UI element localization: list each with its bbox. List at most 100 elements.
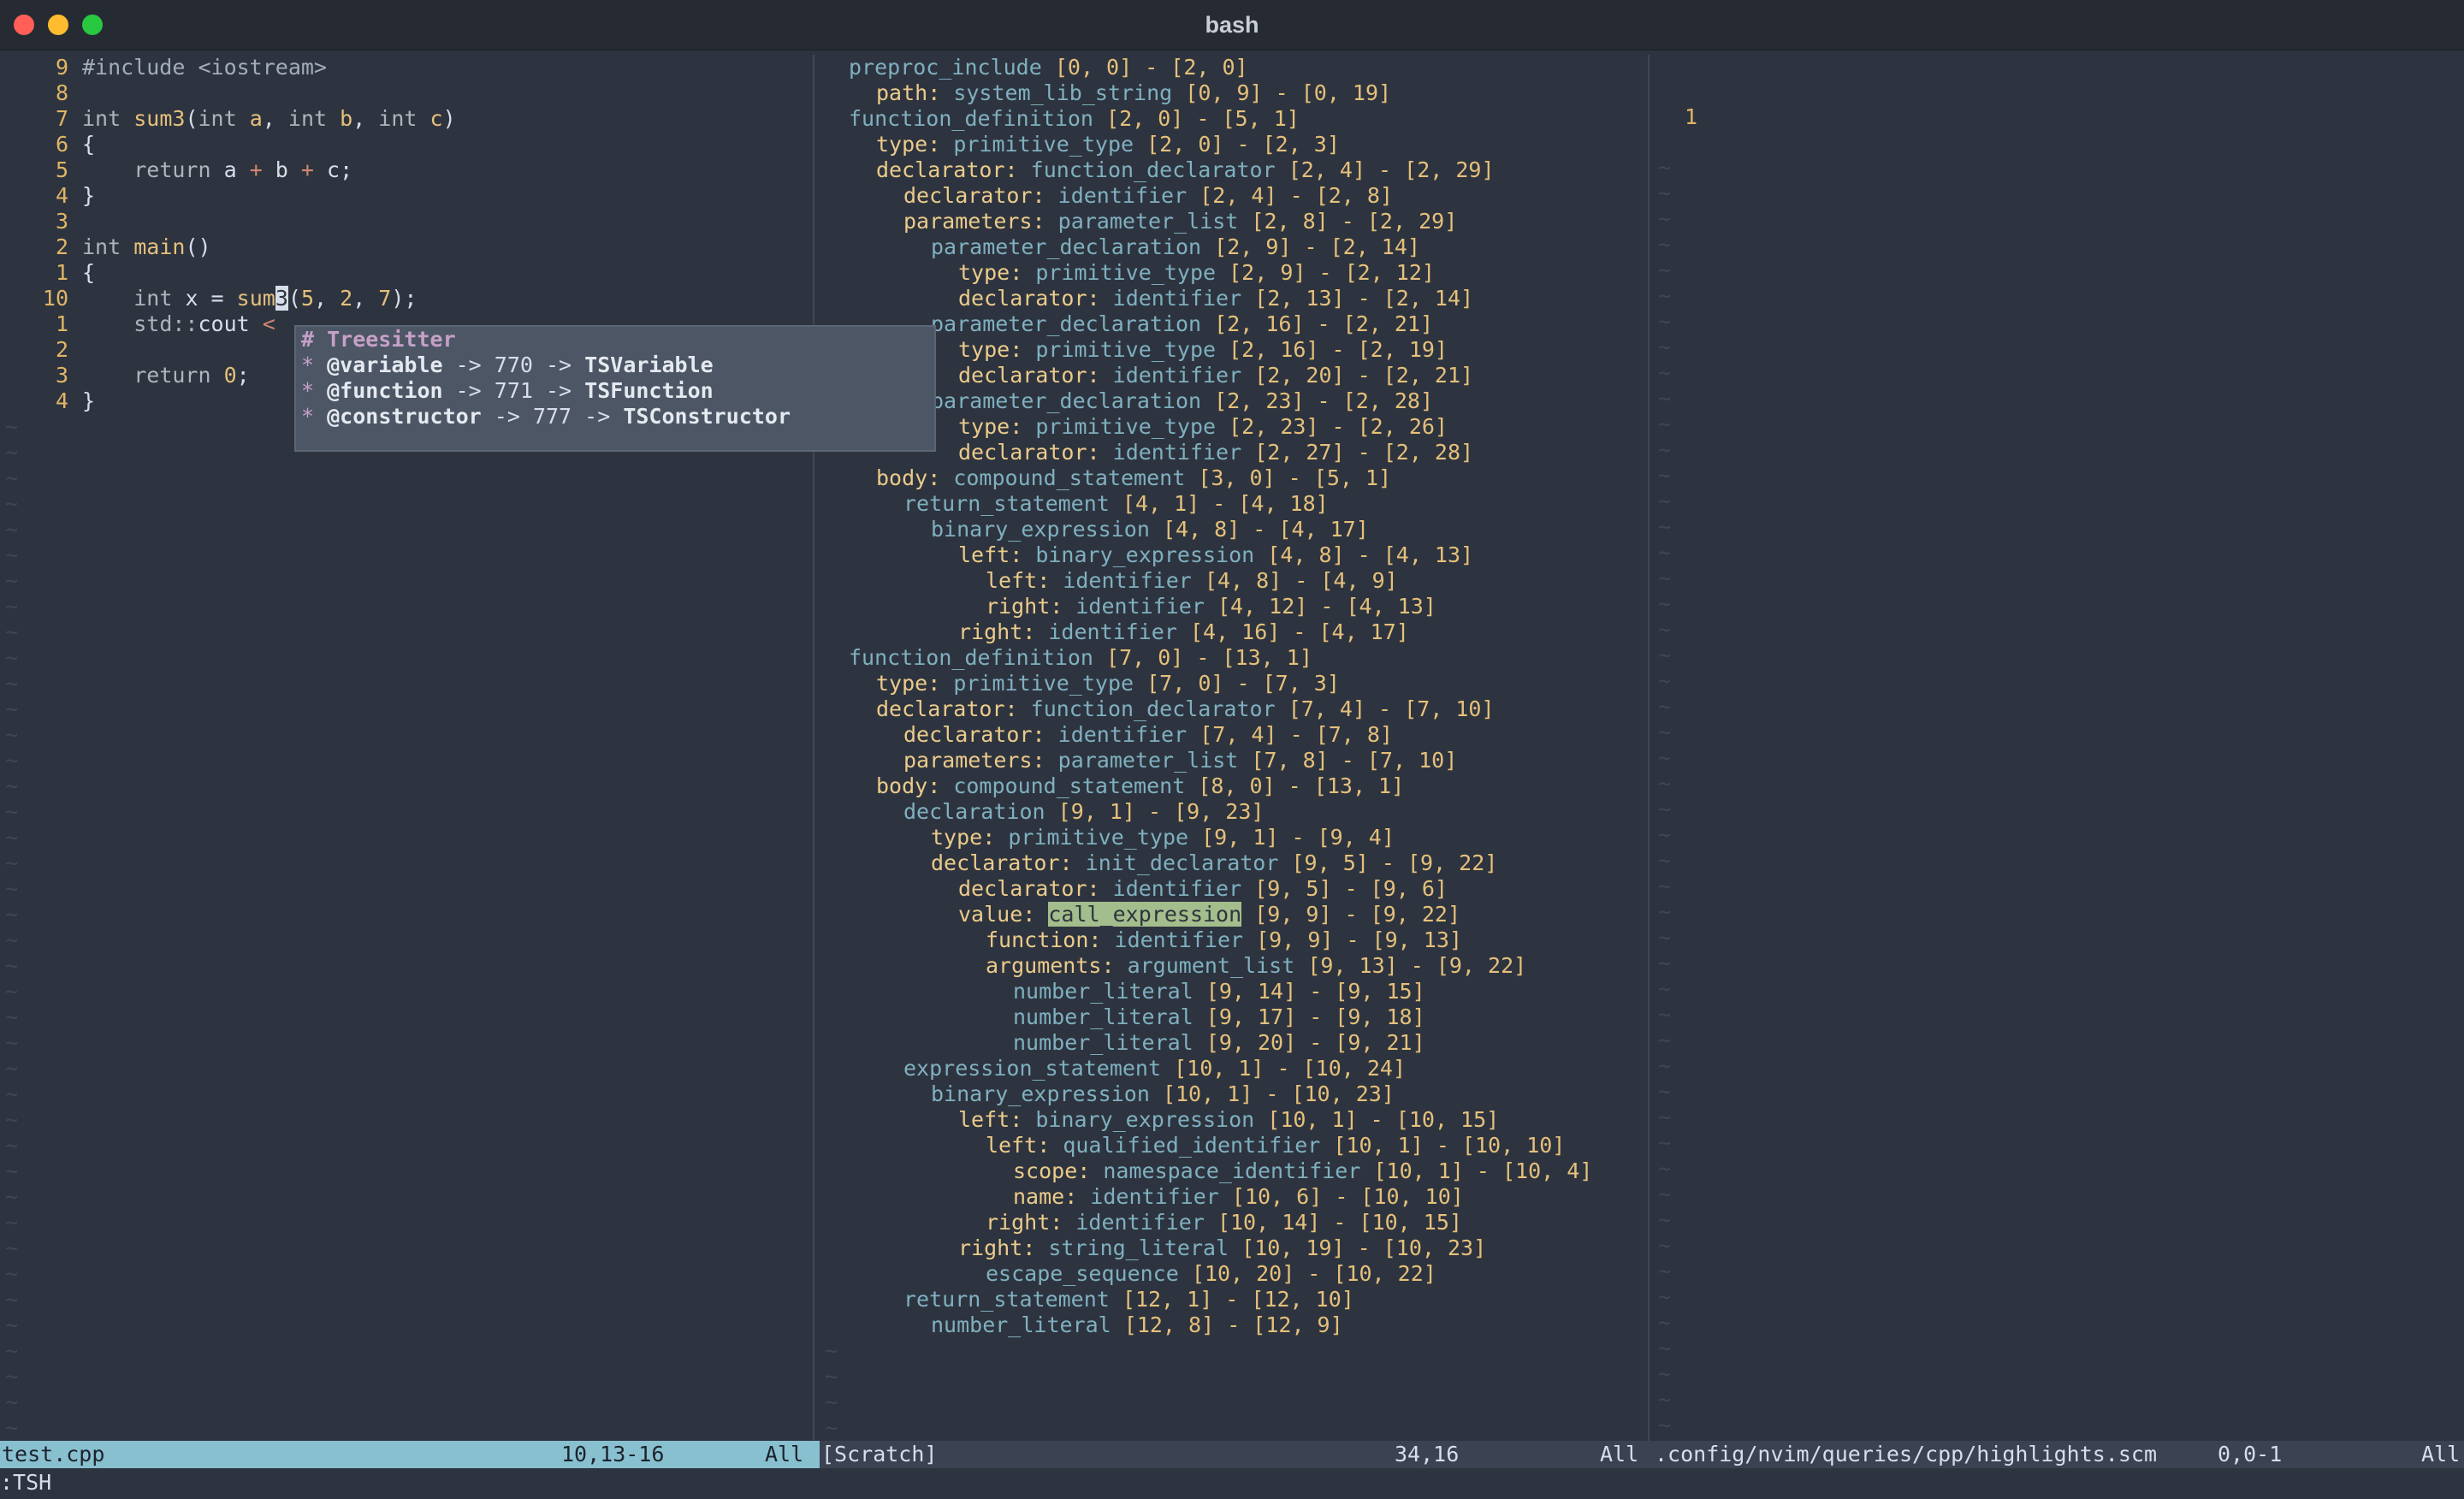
tree-node[interactable]: declarator: identifier [2, 20] - [2, 21]: [821, 363, 1644, 388]
tree-node[interactable]: binary_expression [4, 8] - [4, 17]: [821, 517, 1644, 542]
tree-node[interactable]: declarator: identifier [7, 4] - [7, 8]: [821, 722, 1644, 748]
empty-line-marker: ~: [1658, 822, 1672, 847]
node-range: [2, 4] - [2, 29]: [1288, 157, 1495, 182]
capture-name: @constructor: [327, 404, 482, 429]
node-range: [2, 8] - [2, 29]: [1251, 209, 1458, 234]
tree-node[interactable]: arguments: argument_list [9, 13] - [9, 2…: [821, 953, 1644, 979]
field-name: declarator:: [958, 363, 1100, 388]
tree-node[interactable]: parameter_declaration [2, 23] - [2, 28]: [821, 388, 1644, 414]
empty-line-marker: ~: [5, 979, 19, 1004]
tree-node[interactable]: preproc_include [0, 0] - [2, 0]: [821, 55, 1644, 80]
tree-node[interactable]: function_definition [2, 0] - [5, 1]: [821, 106, 1644, 132]
tree-node[interactable]: type: primitive_type [2, 23] - [2, 26]: [821, 414, 1644, 440]
tree-node[interactable]: type: primitive_type [2, 9] - [2, 12]: [821, 260, 1644, 286]
code-token: ): [442, 106, 456, 131]
node-type: string_literal: [1048, 1235, 1229, 1260]
node-type: primitive_type: [1035, 337, 1217, 362]
arrow-icon: ->: [442, 378, 495, 403]
tree-node[interactable]: body: compound_statement [3, 0] - [5, 1]: [821, 465, 1644, 491]
tree-node[interactable]: return_statement [12, 1] - [12, 10]: [821, 1287, 1644, 1312]
code-line[interactable]: 7 int sum3(int a, int b, int c): [0, 106, 813, 132]
tree-node[interactable]: right: identifier [10, 14] - [10, 15]: [821, 1210, 1644, 1235]
vertical-split[interactable]: [813, 55, 814, 1441]
node-range: [2, 9] - [2, 14]: [1214, 234, 1420, 259]
tree-node[interactable]: right: identifier [4, 12] - [4, 13]: [821, 594, 1644, 619]
tree-node[interactable]: function: identifier [9, 9] - [9, 13]: [821, 927, 1644, 953]
code-token: int: [378, 106, 430, 131]
tree-node[interactable]: value: call_expression [9, 9] - [9, 22]: [821, 902, 1644, 927]
tree-node[interactable]: declarator: identifier [2, 4] - [2, 8]: [821, 183, 1644, 209]
tree-node[interactable]: declarator: function_declarator [7, 4] -…: [821, 696, 1644, 722]
code-line[interactable]: 2 int main(): [0, 234, 813, 260]
code-line[interactable]: 1{: [0, 260, 813, 286]
tree-node[interactable]: declarator: identifier [2, 13] - [2, 14]: [821, 286, 1644, 311]
code-line[interactable]: 9 #include <iostream>: [0, 55, 813, 80]
code-line[interactable]: 3: [0, 209, 813, 234]
empty-line-marker: ~: [1658, 1259, 1672, 1283]
tree-node[interactable]: name: identifier [10, 6] - [10, 10]: [821, 1184, 1644, 1210]
tree-node[interactable]: body: compound_statement [8, 0] - [13, 1…: [821, 773, 1644, 799]
tree-node[interactable]: parameters: parameter_list [7, 8] - [7, …: [821, 748, 1644, 773]
code-line[interactable]: 8: [0, 80, 813, 106]
tree-node[interactable]: declarator: init_declarator [9, 5] - [9,…: [821, 850, 1644, 876]
tree-node[interactable]: scope: namespace_identifier [10, 1] - [1…: [821, 1158, 1644, 1184]
tree-node[interactable]: type: primitive_type [9, 1] - [9, 4]: [821, 825, 1644, 850]
tree-node[interactable]: number_literal [9, 20] - [9, 21]: [821, 1030, 1644, 1056]
node-range: [2, 16] - [2, 19]: [1229, 337, 1448, 362]
vertical-split[interactable]: [1648, 55, 1650, 1441]
tree-node[interactable]: parameter_declaration [2, 9] - [2, 14]: [821, 234, 1644, 260]
editor-pane-syntax-tree[interactable]: preproc_include [0, 0] - [2, 0] path: sys…: [821, 55, 1644, 1441]
node-range: [2, 13] - [2, 14]: [1254, 286, 1474, 311]
empty-line-marker: ~: [1658, 1002, 1672, 1027]
field-name: parameters:: [903, 209, 1045, 234]
node-range: [9, 1] - [9, 4]: [1201, 825, 1395, 850]
editor-pane-highlights[interactable]: 1 ~ ~ ~ ~ ~ ~ ~ ~ ~ ~ ~ ~ ~ ~ ~ ~ ~ ~ ~ ~ ~ ~ ~ ~ ~ ~ ~ ~ ~ ~ ~ ~ ~ ~ ~ ~ ~ ~…: [1655, 55, 2464, 1441]
code-token: int: [133, 286, 186, 311]
tree-node[interactable]: declarator: function_declarator [2, 4] -…: [821, 157, 1644, 183]
tree-node[interactable]: return_statement [4, 1] - [4, 18]: [821, 491, 1644, 517]
code-token: 5: [300, 286, 314, 311]
tree-node[interactable]: right: identifier [4, 16] - [4, 17]: [821, 619, 1644, 645]
code-token: c;: [313, 157, 353, 182]
code-token: {: [82, 260, 96, 285]
code-line[interactable]: 4}: [0, 183, 813, 209]
editor-pane-source[interactable]: 9 #include <iostream> 8 7 int sum3(int a, in…: [0, 55, 813, 1441]
tree-node[interactable]: left: binary_expression [4, 8] - [4, 13]: [821, 542, 1644, 568]
tree-node[interactable]: escape_sequence [10, 20] - [10, 22]: [821, 1261, 1644, 1287]
tree-node[interactable]: type: primitive_type [2, 0] - [2, 3]: [821, 132, 1644, 157]
tree-node[interactable]: path: system_lib_string [0, 9] - [0, 19]: [821, 80, 1644, 106]
tree-node[interactable]: left: identifier [4, 8] - [4, 9]: [821, 568, 1644, 594]
node-type: function_definition: [849, 106, 1093, 131]
code-line[interactable]: 10 int x = sum3(5, 2, 7);: [0, 286, 813, 311]
tree-node[interactable]: expression_statement [10, 1] - [10, 24]: [821, 1056, 1644, 1081]
empty-line-marker: ~: [1658, 1387, 1672, 1412]
tree-node[interactable]: type: primitive_type [7, 0] - [7, 3]: [821, 671, 1644, 696]
tree-node[interactable]: declaration [9, 1] - [9, 23]: [821, 799, 1644, 825]
node-type: identifier: [1075, 1210, 1205, 1235]
node-range: [0, 0] - [2, 0]: [1054, 55, 1248, 80]
empty-line-marker: ~: [5, 927, 19, 952]
command-line[interactable]: :TSH: [0, 1468, 2464, 1497]
tree-node[interactable]: left: qualified_identifier [10, 1] - [10…: [821, 1133, 1644, 1158]
tree-node[interactable]: declarator: identifier [9, 5] - [9, 6]: [821, 876, 1644, 902]
tree-node[interactable]: right: string_literal [10, 19] - [10, 23…: [821, 1235, 1644, 1261]
tree-node[interactable]: number_literal [12, 8] - [12, 9]: [821, 1312, 1644, 1338]
tree-node[interactable]: declarator: identifier [2, 27] - [2, 28]: [821, 440, 1644, 465]
tree-node[interactable]: parameters: parameter_list [2, 8] - [2, …: [821, 209, 1644, 234]
tree-node[interactable]: left: binary_expression [10, 1] - [10, 1…: [821, 1107, 1644, 1133]
bullet-icon: *: [301, 378, 328, 403]
tree-node[interactable]: type: primitive_type [2, 16] - [2, 19]: [821, 337, 1644, 363]
node-type: binary_expression: [931, 1081, 1150, 1106]
line-number: 4: [55, 388, 68, 413]
tree-node[interactable]: binary_expression [10, 1] - [10, 23]: [821, 1081, 1644, 1107]
code-line[interactable]: 5 return a + b + c;: [0, 157, 813, 183]
tree-node[interactable]: number_literal [9, 17] - [9, 18]: [821, 1004, 1644, 1030]
tree-node[interactable]: parameter_declaration [2, 16] - [2, 21]: [821, 311, 1644, 337]
code-line[interactable]: 6{: [0, 132, 813, 157]
code-token: b: [262, 157, 301, 182]
tree-node[interactable]: function_definition [7, 0] - [13, 1]: [821, 645, 1644, 671]
tree-node[interactable]: number_literal [9, 14] - [9, 15]: [821, 979, 1644, 1004]
node-range: [12, 1] - [12, 10]: [1122, 1287, 1354, 1312]
empty-line-marker: ~: [5, 568, 19, 593]
node-type: compound_statement: [953, 773, 1186, 798]
